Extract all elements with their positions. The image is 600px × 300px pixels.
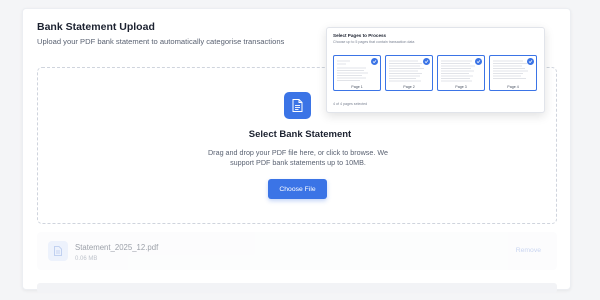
page-title: Bank Statement Upload	[37, 21, 155, 33]
selected-file-row: Statement_2025_12.pdf 0.06 MB Remove	[37, 232, 557, 270]
page-label: Page 2	[403, 85, 415, 89]
choose-file-button[interactable]: Choose File	[268, 179, 327, 199]
dropzone-heading: Select Bank Statement	[248, 129, 352, 140]
file-icon	[48, 241, 68, 261]
page-subtitle: Upload your PDF bank statement to automa…	[37, 37, 285, 46]
remove-file-button[interactable]: Remove	[516, 247, 541, 254]
bottom-panel	[37, 283, 557, 293]
page-label: Page 1	[351, 85, 363, 89]
document-icon	[284, 92, 311, 119]
file-size: 0.06 MB	[75, 256, 98, 262]
page-thumbnail[interactable]: Page 2	[385, 55, 433, 91]
file-name: Statement_2025_12.pdf	[75, 243, 159, 252]
page-label: Page 4	[507, 85, 519, 89]
page-selector-popover: Select Pages to Process Choose up to 5 p…	[326, 27, 545, 113]
page-thumbnail[interactable]: Page 3	[437, 55, 485, 91]
selection-count: 4 of 4 pages selected	[333, 102, 368, 106]
check-icon	[371, 58, 378, 65]
check-icon	[527, 58, 534, 65]
page-label: Page 3	[455, 85, 467, 89]
dropzone-description: Drag and drop your PDF file here, or cli…	[207, 148, 389, 167]
page-thumbnail[interactable]: Page 4	[489, 55, 537, 91]
page-selector-title: Select Pages to Process	[333, 33, 387, 38]
check-icon	[423, 58, 430, 65]
page-thumbnail[interactable]: Page 1	[333, 55, 381, 91]
page-selector-subtitle: Choose up to 5 pages that contain transa…	[333, 40, 415, 44]
check-icon	[475, 58, 482, 65]
